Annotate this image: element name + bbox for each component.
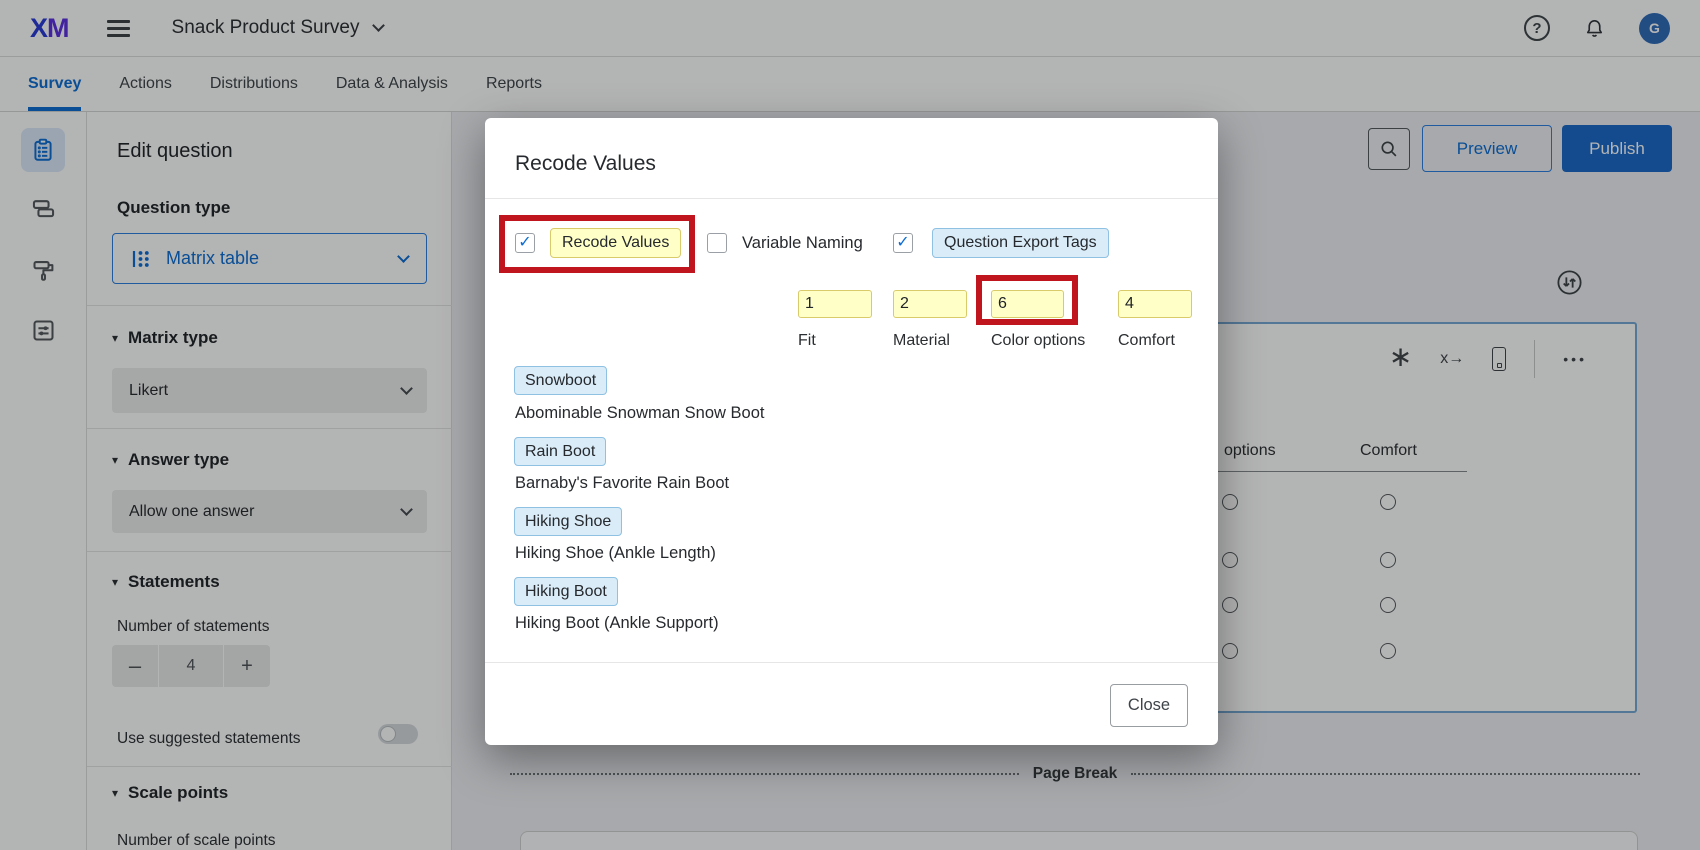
statement-tag[interactable]: Rain Boot [514,437,606,466]
question-export-tags-checkbox[interactable]: ✓ [893,233,913,253]
variable-naming-checkbox[interactable] [707,233,727,253]
recode-column-label: Fit [798,332,816,350]
question-export-tags-option-label[interactable]: Question Export Tags [932,228,1109,258]
recode-input-fit[interactable] [798,290,872,318]
statement-description: Abominable Snowman Snow Boot [515,404,764,423]
dialog-title: Recode Values [515,152,656,176]
recode-input-color-options[interactable] [991,290,1064,318]
statement-description: Hiking Boot (Ankle Support) [515,614,719,633]
recode-column-label: Color options [991,332,1085,350]
close-button[interactable]: Close [1110,684,1188,727]
statement-tag[interactable]: Hiking Boot [514,577,618,606]
app-window: XM Snack Product Survey ? G Survey Actio… [0,0,1700,850]
annotation-red-box-recode-values [499,215,695,273]
statement-description: Hiking Shoe (Ankle Length) [515,544,716,563]
recode-input-comfort[interactable] [1118,290,1192,318]
divider [485,198,1218,199]
check-icon: ✓ [896,235,909,251]
recode-values-dialog: Recode Values ✓ Recode Values Variable N… [485,118,1218,745]
recode-input-material[interactable] [893,290,967,318]
statement-tag[interactable]: Snowboot [514,366,607,395]
divider [485,662,1218,663]
recode-column-label: Comfort [1118,332,1175,350]
statement-tag[interactable]: Hiking Shoe [514,507,622,536]
variable-naming-option-label: Variable Naming [742,234,863,253]
statement-description: Barnaby's Favorite Rain Boot [515,474,729,493]
recode-column-label: Material [893,332,950,350]
